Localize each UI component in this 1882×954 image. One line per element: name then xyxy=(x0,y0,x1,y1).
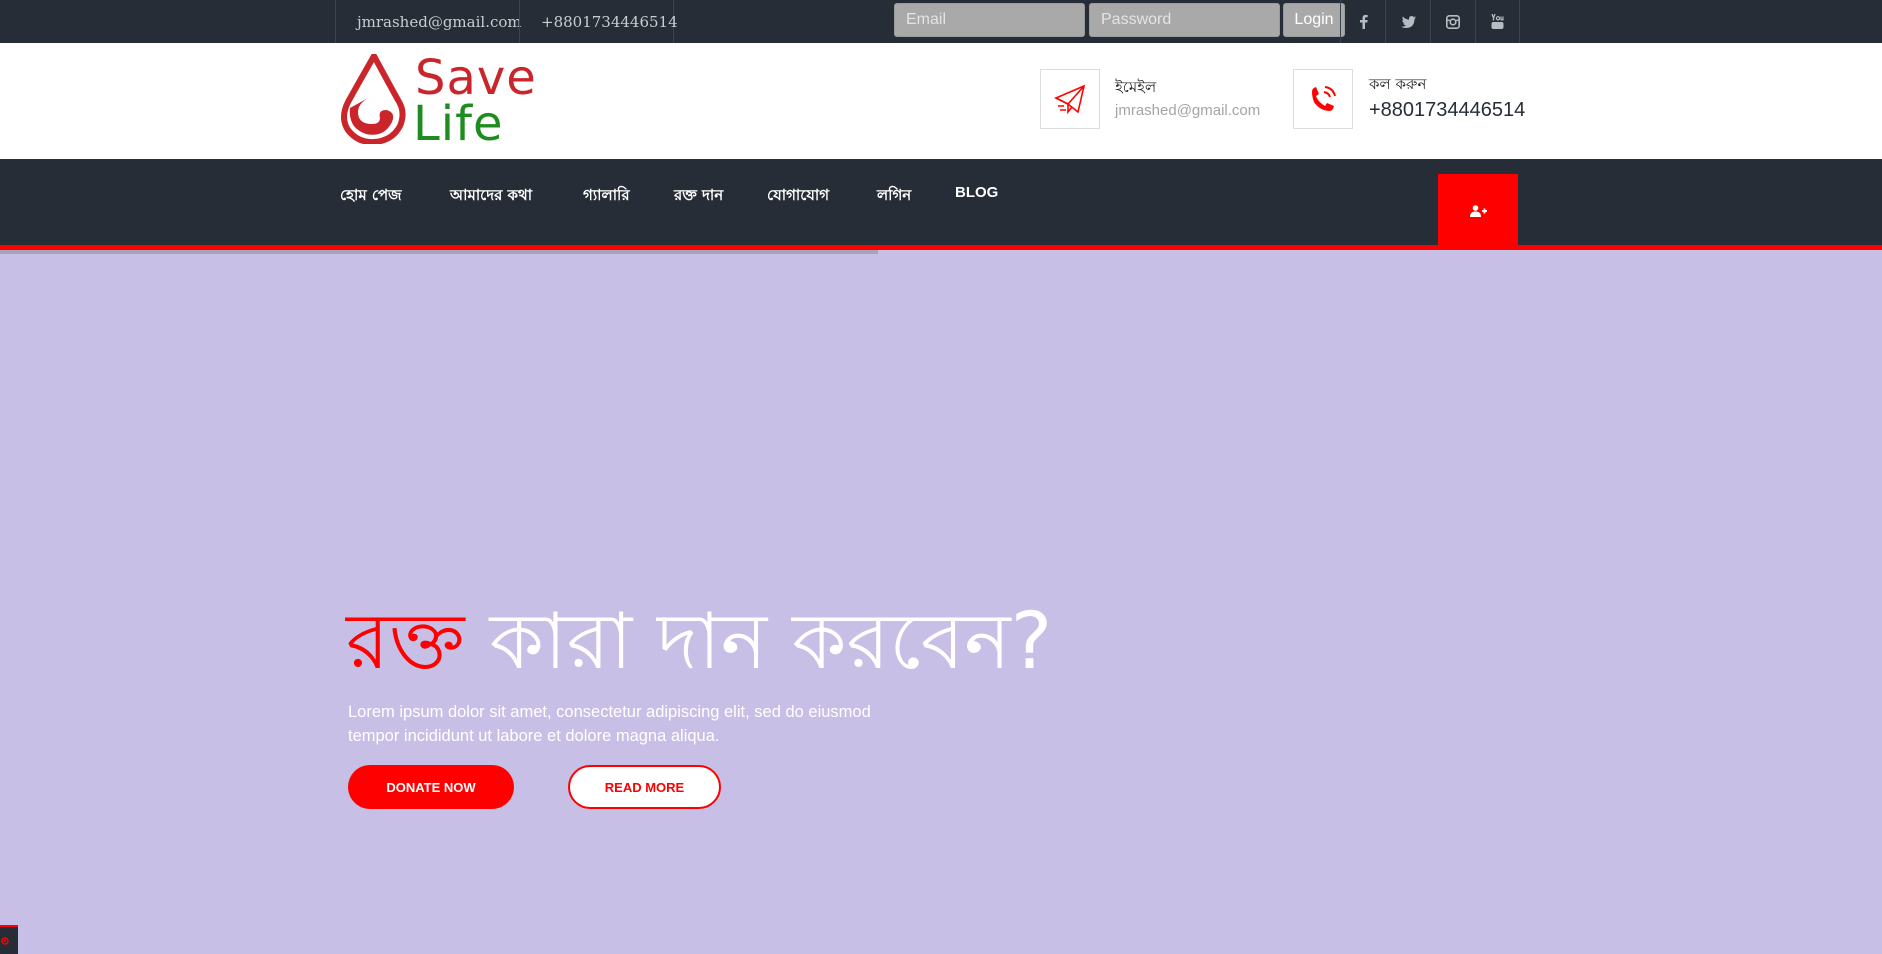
header-call-title: কল করুন xyxy=(1369,75,1427,93)
youtube-icon xyxy=(1491,14,1504,29)
header-email-icon-box xyxy=(1040,69,1100,129)
send-mail-icon xyxy=(1054,84,1086,114)
nav-item-blog[interactable]: BLOG xyxy=(955,184,998,201)
nav-item-home[interactable]: হোম পেজ xyxy=(340,184,402,209)
hero-title-rest: কারা দান করবেন? xyxy=(489,597,1053,687)
donate-now-button[interactable]: DONATE NOW xyxy=(348,765,514,809)
user-plus-icon xyxy=(1469,205,1487,217)
header-email-value[interactable]: jmrashed@gmail.com xyxy=(1115,102,1260,119)
instagram-link[interactable] xyxy=(1430,0,1475,43)
gear-icon xyxy=(1,937,9,945)
nav-item-about[interactable]: আমাদের কথা xyxy=(450,184,532,209)
blood-drop-logo-icon xyxy=(341,54,406,144)
login-password-input[interactable] xyxy=(1089,3,1280,37)
topbar-email-text: jmrashed@gmail.com xyxy=(357,12,522,31)
twitter-link[interactable] xyxy=(1385,0,1430,43)
nav-item-donate-blood[interactable]: রক্ত দান xyxy=(674,184,723,209)
facebook-link[interactable] xyxy=(1340,0,1385,43)
top-bar: jmrashed@gmail.com +8801734446514 Login xyxy=(0,0,1882,43)
header-call-icon-box xyxy=(1293,69,1353,129)
site-logo[interactable]: Save Life xyxy=(340,50,560,152)
header-email-title: ইমেইল xyxy=(1115,78,1157,96)
settings-corner-widget[interactable] xyxy=(0,925,18,954)
hero-description: Lorem ipsum dolor sit amet, consectetur … xyxy=(348,703,871,745)
register-user-button[interactable] xyxy=(1438,174,1518,248)
topbar-phone-text: +8801734446514 xyxy=(541,12,678,31)
login-button[interactable]: Login xyxy=(1283,3,1345,37)
site-header xyxy=(0,43,1882,159)
logo-text-life: Life xyxy=(413,96,504,152)
nav-item-contact[interactable]: যোগাযোগ xyxy=(767,184,829,209)
facebook-icon xyxy=(1359,14,1368,29)
topbar-email[interactable]: jmrashed@gmail.com xyxy=(335,0,522,43)
nav-item-gallery[interactable]: গ্যালারি xyxy=(583,184,630,209)
youtube-link[interactable] xyxy=(1475,0,1520,43)
read-more-button[interactable]: READ MORE xyxy=(568,765,721,809)
header-call-value[interactable]: +8801734446514 xyxy=(1369,99,1525,122)
hero-title-accent: রক্ত xyxy=(346,597,465,687)
topbar-phone[interactable]: +8801734446514 xyxy=(519,0,678,43)
login-email-input[interactable] xyxy=(894,3,1085,37)
hero-title: রক্ত কারা দান করবেন? xyxy=(346,592,1052,692)
twitter-icon xyxy=(1400,15,1416,28)
instagram-icon xyxy=(1446,14,1460,29)
main-nav xyxy=(0,159,1882,245)
nav-item-login[interactable]: লগিন xyxy=(877,184,911,209)
phone-ring-icon xyxy=(1312,86,1336,111)
slider-progress-bar xyxy=(0,250,878,254)
